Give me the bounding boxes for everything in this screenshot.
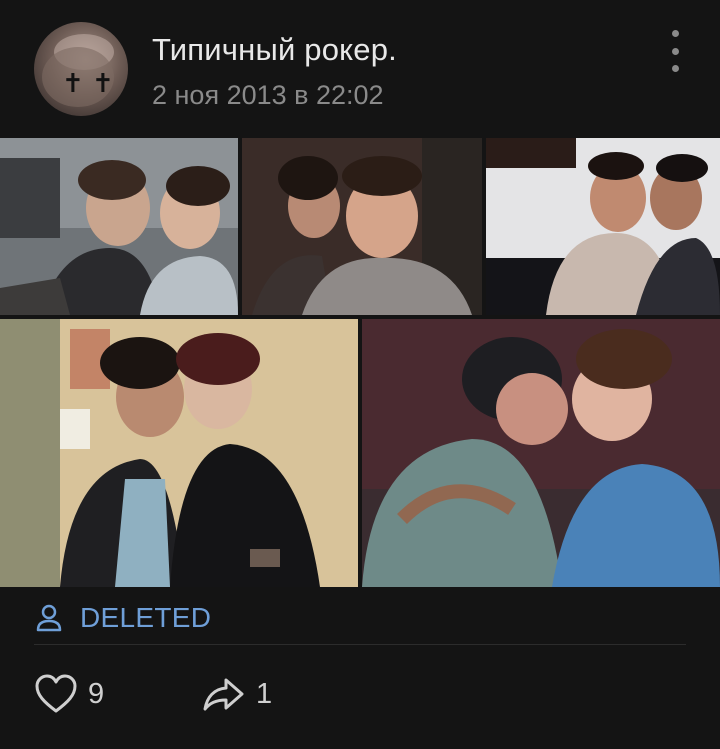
divider [34,644,686,645]
post-photo-2[interactable] [242,138,482,315]
post-photo-4[interactable] [0,319,358,587]
avatar-cross-left: ✝ [62,69,84,99]
source-link[interactable]: DELETED [34,598,211,638]
share-arrow-icon [203,678,244,711]
post-card: ✝ ✝ Типичный рокер. 2 ноя 2013 в 22:02 D… [0,0,720,749]
person-icon [36,604,62,632]
post-date[interactable]: 2 ноя 2013 в 22:02 [152,80,384,111]
heart-icon [35,674,77,713]
author-name[interactable]: Типичный рокер. [152,32,397,68]
source-name: DELETED [80,602,212,633]
post-photo-1[interactable] [0,138,238,315]
like-count: 9 [88,677,105,710]
like-button[interactable]: 9 [34,672,104,716]
post-photo-5[interactable] [362,319,720,587]
more-dot [671,65,679,72]
share-button[interactable]: 1 [202,672,272,716]
more-dot [671,30,679,37]
share-count: 1 [256,677,273,710]
more-vertical-icon[interactable] [660,30,690,72]
more-dot [671,47,679,55]
avatar-cross-right: ✝ [92,69,114,99]
post-photo-3[interactable] [486,138,720,315]
author-avatar[interactable]: ✝ ✝ [34,22,128,116]
